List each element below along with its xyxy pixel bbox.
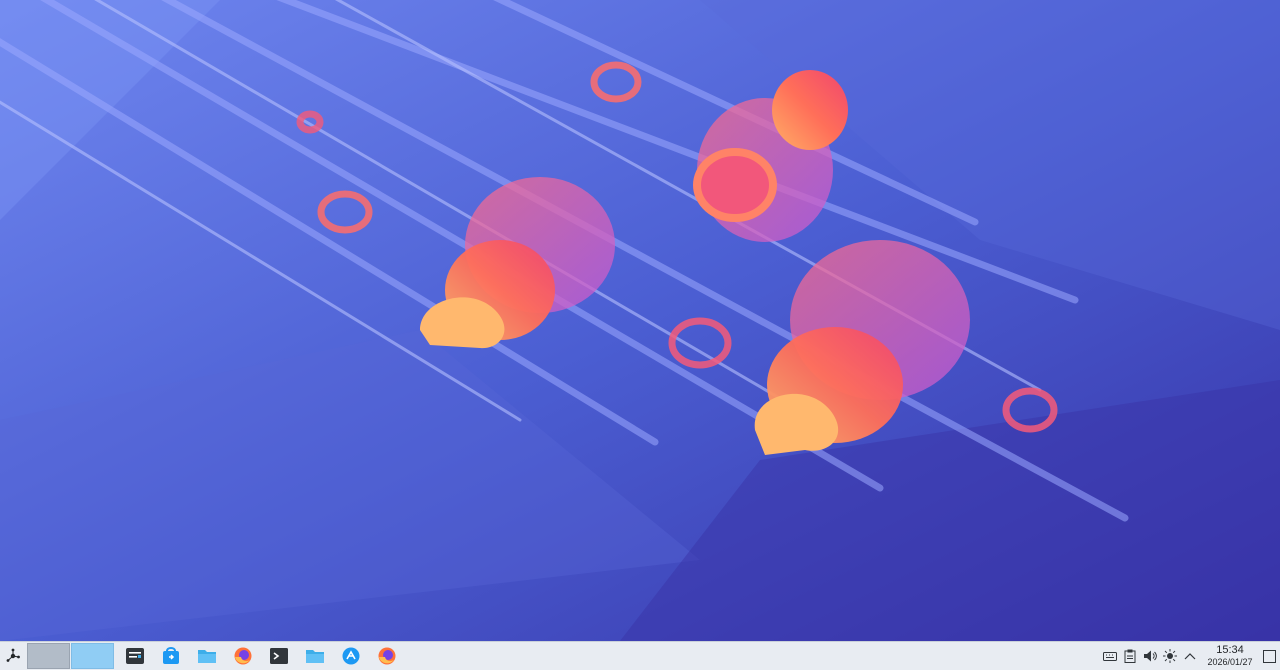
system-monitor-icon[interactable]	[120, 642, 150, 670]
digital-clock[interactable]: 15:34 2026/01/27	[1202, 642, 1258, 670]
task-manager	[120, 642, 402, 670]
brightness-icon[interactable]	[1161, 646, 1178, 666]
clipboard-icon[interactable]	[1121, 646, 1138, 666]
expand-tray-icon[interactable]	[1181, 646, 1198, 666]
virtual-desktop-2[interactable]	[71, 643, 114, 669]
kde-connect-icon[interactable]	[336, 642, 366, 670]
software-store-icon[interactable]	[156, 642, 186, 670]
keyboard-icon[interactable]	[1101, 646, 1118, 666]
file-manager-icon[interactable]	[192, 642, 222, 670]
clock-date: 2026/01/27	[1207, 657, 1253, 667]
clock-time: 15:34	[1216, 644, 1244, 656]
taskbar: 15:34 2026/01/27	[0, 641, 1280, 670]
virtual-desktop-1[interactable]	[27, 643, 70, 669]
virtual-desktop-pager	[27, 642, 114, 670]
firefox-icon[interactable]	[228, 642, 258, 670]
desktop[interactable]	[0, 0, 1280, 641]
wallpaper	[0, 0, 1280, 641]
show-desktop-icon[interactable]	[1258, 642, 1280, 670]
volume-icon[interactable]	[1141, 646, 1158, 666]
application-launcher-icon[interactable]	[0, 642, 26, 670]
file-manager-icon[interactable]	[300, 642, 330, 670]
terminal-icon[interactable]	[264, 642, 294, 670]
firefox-icon[interactable]	[372, 642, 402, 670]
system-tray	[1101, 646, 1198, 666]
